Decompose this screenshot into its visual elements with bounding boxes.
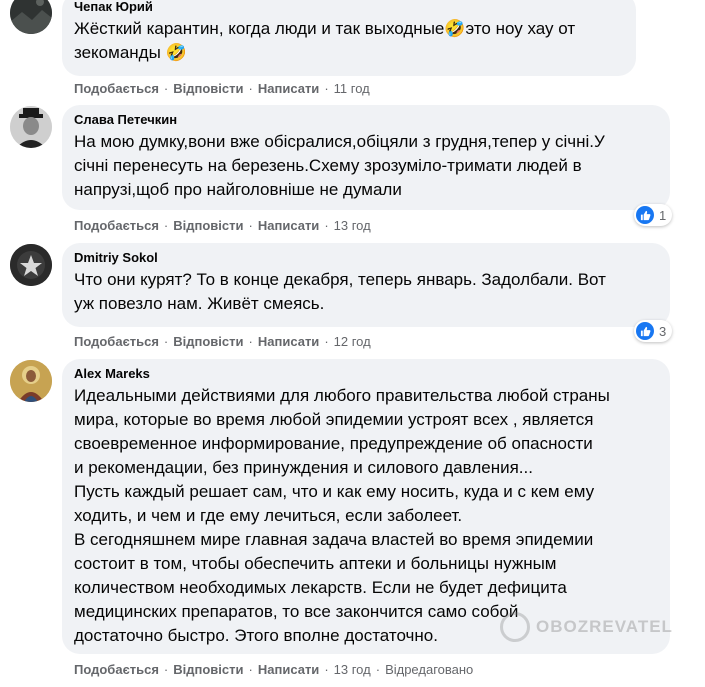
reply-button[interactable]: Відповісти (173, 81, 243, 97)
edited-label[interactable]: Відредаговано (385, 662, 473, 678)
reply-button[interactable]: Відповісти (173, 218, 243, 234)
message-button[interactable]: Написати (258, 662, 319, 678)
message-button[interactable]: Написати (258, 334, 319, 350)
comment-bubble: Слава Петечкин На мою думку,вони вже обі… (62, 105, 670, 210)
comment-actions: Подобається · Відповісти · Написати · 13… (74, 662, 473, 678)
comment-timestamp[interactable]: 13 год (334, 218, 371, 234)
watermark-logo-icon (500, 612, 530, 642)
separator: · (163, 218, 169, 233)
comment-actions: Подобається · Відповісти · Написати · 13… (74, 218, 371, 234)
reply-button[interactable]: Відповісти (173, 334, 243, 350)
like-button[interactable]: Подобається (74, 81, 159, 97)
separator: · (163, 662, 169, 677)
separator: · (375, 662, 381, 677)
reply-button[interactable]: Відповісти (173, 662, 243, 678)
icon-painting-avatar-icon (10, 360, 52, 402)
comment-author[interactable]: Alex Mareks (74, 365, 658, 382)
avatar[interactable] (10, 0, 52, 34)
comment-bubble: Alex Mareks Идеальными действиями для лю… (62, 359, 670, 654)
separator: · (163, 81, 169, 96)
comment-author[interactable]: Чепак Юрий (74, 0, 624, 15)
comment-author[interactable]: Слава Петечкин (74, 111, 658, 128)
message-button[interactable]: Написати (258, 218, 319, 234)
separator: · (324, 662, 329, 677)
separator: · (324, 334, 329, 349)
dark-landscape-avatar-icon (10, 0, 52, 34)
comment-text: Что они курят? То в конце декабря, тепер… (74, 270, 606, 313)
like-reaction-icon (636, 206, 654, 224)
comment-text: Жёсткий карантин, когда люди и так выход… (74, 19, 576, 62)
watermark: OBOZREVATEL (500, 612, 673, 642)
comment-author[interactable]: Dmitriy Sokol (74, 249, 658, 266)
avatar[interactable] (10, 106, 52, 148)
separator: · (248, 662, 253, 677)
reaction-count: 3 (659, 323, 667, 339)
like-button[interactable]: Подобається (74, 662, 159, 678)
dark-star-avatar-icon (10, 244, 52, 286)
separator: · (248, 81, 253, 96)
comment-timestamp[interactable]: 12 год (334, 334, 371, 350)
reaction-badge[interactable]: 3 (634, 320, 673, 342)
separator: · (248, 218, 253, 233)
separator: · (248, 334, 253, 349)
comment-bubble: Dmitriy Sokol Что они курят? То в конце … (62, 243, 670, 327)
avatar[interactable] (10, 360, 52, 402)
separator: · (163, 334, 169, 349)
comment-actions: Подобається · Відповісти · Написати · 11… (74, 81, 370, 97)
separator: · (324, 218, 329, 233)
comment-text: На мою думку,вони вже обісралися,обіцяли… (74, 132, 605, 199)
comment-timestamp[interactable]: 13 год (334, 662, 371, 678)
comment-actions: Подобається · Відповісти · Написати · 12… (74, 334, 371, 350)
comment-text: Идеальными действиями для любого правите… (74, 386, 610, 645)
message-button[interactable]: Написати (258, 81, 319, 97)
reaction-badge[interactable]: 1 (634, 204, 673, 226)
separator: · (324, 81, 329, 96)
comment-bubble: Чепак Юрий Жёсткий карантин, когда люди … (62, 0, 636, 76)
comment-timestamp[interactable]: 11 год (334, 81, 370, 97)
like-reaction-icon (636, 322, 654, 340)
watermark-text: OBOZREVATEL (536, 617, 673, 636)
avatar[interactable] (10, 244, 52, 286)
like-button[interactable]: Подобається (74, 334, 159, 350)
reaction-count: 1 (659, 207, 667, 223)
man-with-hat-avatar-icon (10, 106, 52, 148)
like-button[interactable]: Подобається (74, 218, 159, 234)
